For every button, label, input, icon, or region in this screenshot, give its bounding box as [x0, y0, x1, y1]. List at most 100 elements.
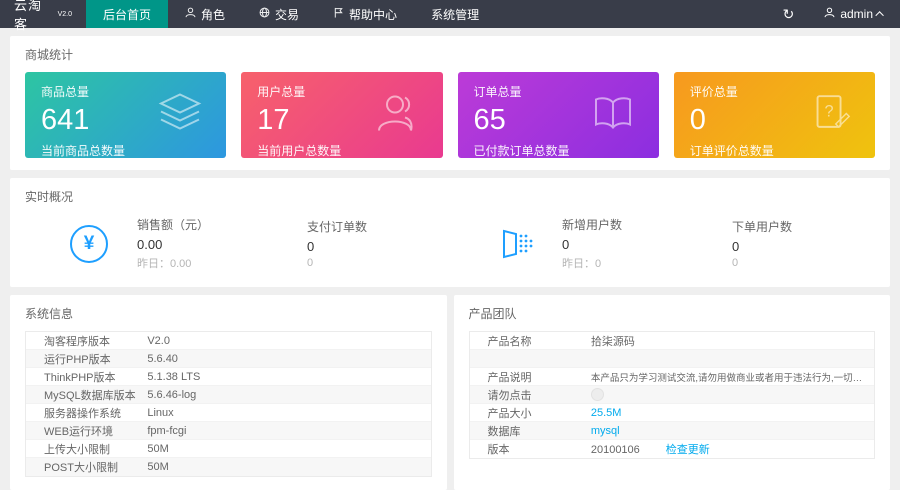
main-content: 商城统计 商品总量 641 当前商品总数量 用户总量 17 当前用户总数量 订单… — [0, 28, 900, 490]
stat-card-goods[interactable]: 商品总量 641 当前商品总数量 — [25, 72, 226, 158]
table-row: 上传大小限制50M — [26, 440, 431, 458]
row-label: ThinkPHP版本 — [26, 369, 147, 385]
table-row: ThinkPHP版本5.1.38 LTS — [26, 368, 431, 386]
product-size-link[interactable]: 25.5M — [591, 407, 622, 419]
top-navbar: 云淘客V2.0 后台首页 角色 交易 帮助中心 系统管理 ↻ admin — [0, 0, 900, 28]
row-label: 版本 — [470, 441, 591, 457]
row-value: 5.6.40 — [147, 353, 430, 365]
flag-icon — [333, 7, 344, 21]
nav-item-label: 系统管理 — [431, 6, 479, 23]
product-team-title: 产品团队 — [454, 295, 891, 331]
version-value: 20100106 — [591, 444, 640, 456]
user-icon — [185, 7, 196, 21]
table-row: 运行PHP版本5.6.40 — [26, 350, 431, 368]
row-value: V2.0 — [147, 335, 430, 347]
stat-value: 0 — [732, 239, 874, 254]
book-icon — [589, 89, 637, 142]
realtime-group-users: 新增用户数 0 昨日：0 下单用户数 0 0 — [450, 216, 875, 271]
svg-text:?: ? — [825, 102, 834, 120]
nav-item-system[interactable]: 系统管理 — [414, 0, 496, 28]
database-link[interactable]: mysql — [591, 425, 620, 437]
brand-version: V2.0 — [58, 11, 72, 18]
stat-sub: 昨日：0 — [562, 255, 704, 271]
table-row: 产品名称拾柒源码 — [470, 332, 875, 350]
table-row: 服务器操作系统Linux — [26, 404, 431, 422]
circle-placeholder-icon[interactable] — [591, 388, 604, 401]
row-value: 50M — [147, 443, 430, 455]
nav-item-roles[interactable]: 角色 — [168, 0, 242, 28]
row-value: mysql — [591, 425, 874, 437]
stat-card-sub: 已付款订单总数量 — [474, 142, 643, 158]
row-label: 数据库 — [470, 423, 591, 439]
row-value: Linux — [147, 407, 430, 419]
brand-name: 云淘客 — [14, 0, 56, 33]
note-question-icon: ? — [807, 90, 853, 141]
row-label: 服务器操作系统 — [26, 405, 147, 421]
product-team-panel: 产品团队 产品名称拾柒源码 产品说明本产品只为学习测试交流,请勿用做商业或者用于… — [454, 295, 891, 490]
table-row: POST大小限制50M — [26, 458, 431, 476]
row-value: 20100106 检查更新 — [591, 441, 874, 457]
nav-item-label: 后台首页 — [103, 6, 151, 23]
system-info-title: 系统信息 — [10, 295, 447, 331]
row-label: 产品名称 — [470, 333, 591, 349]
bottom-section: 系统信息 淘客程序版本V2.0 运行PHP版本5.6.40 ThinkPHP版本… — [10, 295, 890, 490]
table-row: WEB运行环境fpm-fcgi — [26, 422, 431, 440]
realtime-row: ¥ 销售额（元） 0.00 昨日：0.00 支付订单数 0 0 新增用户数 — [10, 214, 890, 287]
stat-cards: 商品总量 641 当前商品总数量 用户总量 17 当前用户总数量 订单总量 65… — [10, 72, 890, 170]
table-row-empty — [470, 350, 875, 368]
stat-value: 0 — [562, 237, 704, 252]
table-row: 数据库mysql — [470, 422, 875, 440]
row-value: 拾柒源码 — [591, 333, 874, 349]
row-value: 5.6.46-log — [147, 389, 430, 401]
chevron-up-icon — [875, 11, 883, 19]
stat-card-sub: 订单评价总数量 — [690, 142, 859, 158]
stat-label: 销售额（元） — [137, 216, 279, 233]
stat-card-orders[interactable]: 订单总量 65 已付款订单总数量 — [458, 72, 659, 158]
stat-sub: 0 — [307, 257, 449, 269]
stat-label: 新增用户数 — [562, 216, 704, 233]
stat-card-reviews[interactable]: 评价总量 0 订单评价总数量 ? — [674, 72, 875, 158]
layers-icon — [156, 89, 204, 142]
system-info-panel: 系统信息 淘客程序版本V2.0 运行PHP版本5.6.40 ThinkPHP版本… — [10, 295, 447, 490]
stat-new-users: 新增用户数 0 昨日：0 — [562, 216, 704, 271]
refresh-button[interactable]: ↻ — [769, 0, 809, 28]
stat-sub: 0 — [732, 257, 874, 269]
row-value: 5.1.38 LTS — [147, 371, 430, 383]
row-label: 产品大小 — [470, 405, 591, 421]
brand-logo[interactable]: 云淘客V2.0 — [0, 0, 86, 28]
table-row: 产品说明本产品只为学习测试交流,请勿用做商业或者用于违法行为,一切后果自负 — [470, 368, 875, 386]
table-row: 产品大小25.5M — [470, 404, 875, 422]
check-update-link[interactable]: 检查更新 — [666, 444, 710, 456]
realtime-panel-title: 实时概况 — [10, 178, 890, 214]
nav-item-trade[interactable]: 交易 — [242, 0, 316, 28]
user-menu[interactable]: admin — [808, 0, 900, 28]
stats-panel-title: 商城统计 — [10, 36, 890, 72]
stat-label: 下单用户数 — [732, 218, 874, 235]
row-value — [591, 388, 874, 401]
table-row: 请勿点击 — [470, 386, 875, 404]
stat-card-sub: 当前商品总数量 — [41, 142, 210, 158]
row-label: 产品说明 — [470, 369, 591, 385]
table-row: 版本20100106 检查更新 — [470, 440, 875, 458]
username-label: admin — [840, 7, 873, 21]
stats-panel: 商城统计 商品总量 641 当前商品总数量 用户总量 17 当前用户总数量 订单… — [10, 36, 890, 170]
building-dots-icon — [494, 224, 534, 264]
row-value: 25.5M — [591, 407, 874, 419]
stat-label: 支付订单数 — [307, 218, 449, 235]
stat-paid-orders: 支付订单数 0 0 — [307, 218, 449, 269]
stat-card-users[interactable]: 用户总量 17 当前用户总数量 — [241, 72, 442, 158]
stat-sub: 昨日：0.00 — [137, 255, 279, 271]
row-label: 请勿点击 — [470, 387, 591, 403]
nav-item-label: 角色 — [201, 6, 225, 23]
row-label: 上传大小限制 — [26, 441, 147, 457]
nav-item-help-center[interactable]: 帮助中心 — [316, 0, 414, 28]
row-label: 淘客程序版本 — [26, 333, 147, 349]
yen-circle-icon: ¥ — [69, 224, 109, 264]
system-info-table: 淘客程序版本V2.0 运行PHP版本5.6.40 ThinkPHP版本5.1.3… — [25, 331, 432, 477]
row-label: POST大小限制 — [26, 459, 147, 475]
stat-value: 0 — [307, 239, 449, 254]
nav-item-home[interactable]: 后台首页 — [86, 0, 168, 28]
table-row: MySQL数据库版本5.6.46-log — [26, 386, 431, 404]
product-team-table: 产品名称拾柒源码 产品说明本产品只为学习测试交流,请勿用做商业或者用于违法行为,… — [469, 331, 876, 459]
nav-item-label: 帮助中心 — [349, 6, 397, 23]
